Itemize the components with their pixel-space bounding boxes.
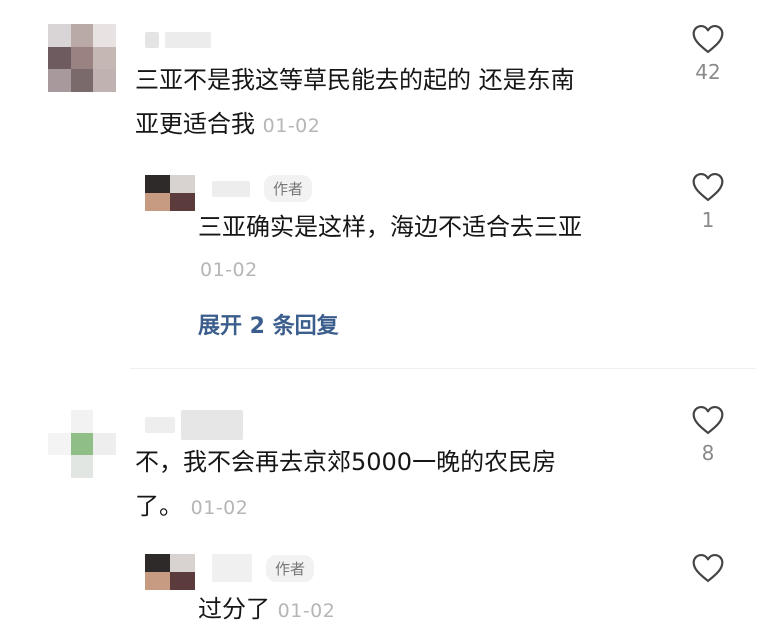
like-button[interactable]: 42: [678, 24, 738, 84]
expand-replies-link[interactable]: 展开 2 条回复: [198, 308, 339, 340]
author-badge: 作者: [266, 554, 315, 582]
comment-text-line: 亚更适合我 01-02: [135, 102, 675, 148]
comment-text-line: 三亚不是我这等草民能去的起的 还是东南: [135, 66, 575, 94]
comment-text-line: 了。 01-02: [135, 484, 675, 530]
comment-time: 01-02: [262, 115, 321, 137]
comment-text-line: 不，我不会再去京郊5000一晚的农民房: [135, 448, 557, 476]
avatar[interactable]: [48, 24, 116, 92]
username[interactable]: [145, 32, 211, 48]
comment-text: 三亚不是我这等草民能去的起的 还是东南 亚更适合我 01-02: [135, 58, 675, 148]
heart-icon: [692, 553, 724, 583]
reply-text-content: 过分了: [198, 595, 270, 623]
reply-text: 三亚确实是这样，海边不适合去三亚: [198, 213, 582, 241]
author-badge: 作者: [264, 175, 313, 202]
reply-time: 01-02: [200, 259, 258, 281]
reply-username[interactable]: 作者: [212, 175, 313, 202]
reply-username[interactable]: 作者: [212, 554, 315, 582]
like-count: 42: [695, 60, 721, 84]
like-count: 1: [701, 208, 715, 232]
reply-time: 01-02: [277, 600, 336, 622]
divider: [130, 368, 756, 369]
reply-like-button[interactable]: [678, 553, 738, 583]
reply-like-button[interactable]: 1: [678, 172, 738, 232]
comment-time: 01-02: [190, 497, 249, 519]
reply-text: 过分了 01-02: [198, 587, 335, 633]
avatar[interactable]: [48, 410, 116, 478]
comment-text: 不，我不会再去京郊5000一晚的农民房 了。 01-02: [135, 440, 675, 530]
heart-icon: [692, 405, 724, 435]
reply-avatar[interactable]: [145, 554, 195, 590]
heart-icon: [692, 24, 724, 54]
comment-text-line-2: 了。: [135, 492, 183, 520]
like-button[interactable]: 8: [678, 405, 738, 465]
like-count: 8: [701, 441, 715, 465]
comment-text-line-2: 亚更适合我: [135, 110, 255, 138]
username[interactable]: [145, 410, 243, 440]
reply-avatar[interactable]: [145, 175, 195, 211]
heart-icon: [692, 172, 724, 202]
